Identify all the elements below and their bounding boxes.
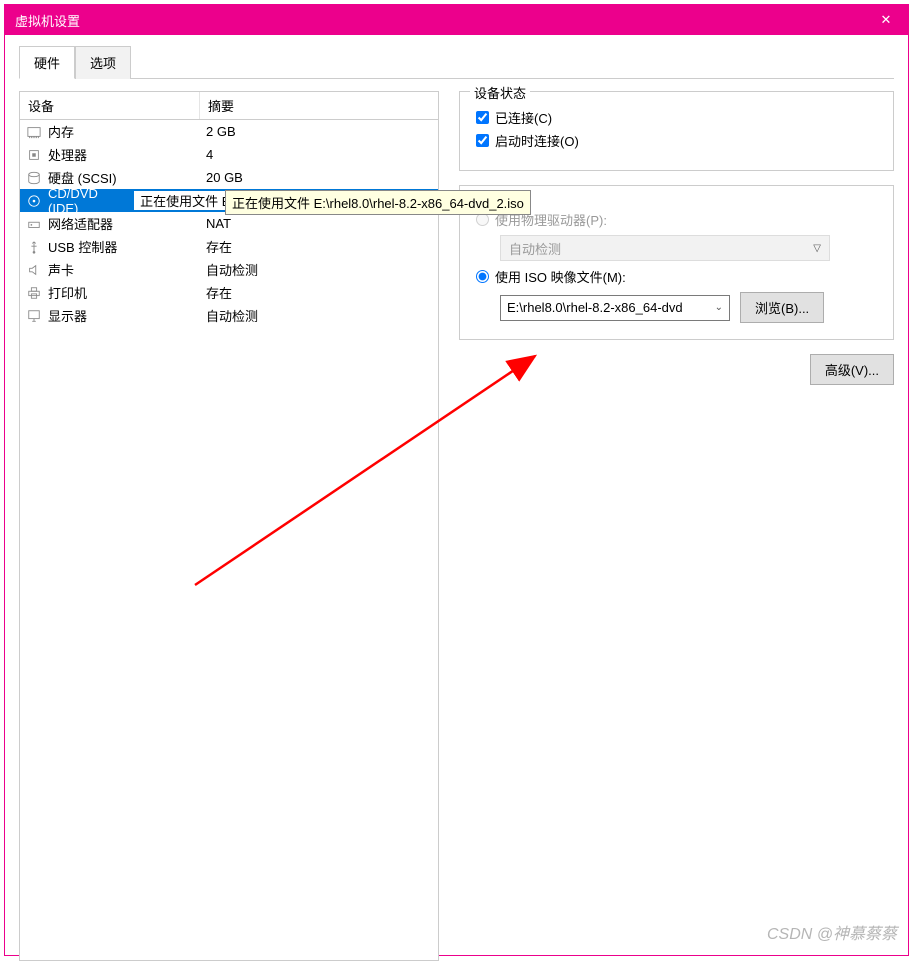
device-name: 打印机	[48, 283, 87, 302]
window-titlebar: 虚拟机设置 ✕	[5, 5, 908, 35]
tab-hardware[interactable]: 硬件	[19, 46, 75, 79]
header-device: 设备	[20, 92, 200, 119]
connected-checkbox[interactable]	[476, 111, 489, 124]
chevron-down-icon: ▽	[813, 243, 821, 254]
device-name: 网络适配器	[48, 214, 113, 233]
iso-image-label: 使用 ISO 映像文件(M):	[495, 267, 626, 286]
window-close-button[interactable]: ✕	[864, 5, 908, 35]
device-name: 处理器	[48, 145, 87, 164]
advanced-label: 高级(V)...	[825, 363, 879, 378]
cpu-icon	[26, 147, 42, 163]
tabs-bar: 硬件 选项	[19, 45, 894, 79]
physical-drive-select: 自动检测 ▽	[500, 235, 830, 261]
header-summary: 摘要	[200, 92, 438, 119]
device-details-panel: 设备状态 已连接(C) 启动时连接(O) 使用物	[459, 91, 894, 961]
device-row-sound[interactable]: 声卡 自动检测	[20, 258, 438, 281]
connect-at-poweron-label: 启动时连接(O)	[495, 131, 579, 150]
device-row-display[interactable]: 显示器 自动检测	[20, 304, 438, 327]
device-row-processor[interactable]: 处理器 4	[20, 143, 438, 166]
device-list-header: 设备 摘要	[20, 92, 438, 120]
device-row-usb[interactable]: USB 控制器 存在	[20, 235, 438, 258]
physical-drive-value: 自动检测	[509, 239, 561, 258]
device-status-group: 设备状态 已连接(C) 启动时连接(O)	[459, 91, 894, 171]
harddisk-icon	[26, 170, 42, 186]
device-name: 显示器	[48, 306, 87, 325]
device-summary: 20 GB	[200, 170, 438, 185]
cd-icon	[26, 193, 42, 209]
connected-label: 已连接(C)	[495, 108, 552, 127]
device-name: 声卡	[48, 260, 74, 279]
device-row-printer[interactable]: 打印机 存在	[20, 281, 438, 304]
device-status-title: 设备状态	[470, 83, 530, 102]
window-title: 虚拟机设置	[15, 11, 80, 30]
device-summary: 自动检测	[200, 260, 438, 279]
close-icon: ✕	[881, 12, 892, 28]
tooltip-text: 正在使用文件 E:\rhel8.0\rhel-8.2-x86_64-dvd_2.…	[232, 196, 524, 211]
browse-label: 浏览(B)...	[755, 301, 809, 316]
memory-icon	[26, 124, 42, 140]
device-summary: 自动检测	[200, 306, 438, 325]
device-name: USB 控制器	[48, 237, 117, 256]
device-summary: 2 GB	[200, 124, 438, 139]
tab-options[interactable]: 选项	[75, 46, 131, 79]
printer-icon	[26, 285, 42, 301]
tab-label: 选项	[90, 56, 116, 71]
device-name: 硬盘 (SCSI)	[48, 168, 117, 187]
device-row-memory[interactable]: 内存 2 GB	[20, 120, 438, 143]
watermark: CSDN @神慕蔡蔡	[767, 920, 897, 944]
device-name: CD/DVD (IDE)	[48, 186, 128, 216]
tab-label: 硬件	[34, 56, 60, 71]
advanced-button[interactable]: 高级(V)...	[810, 354, 894, 385]
network-icon	[26, 216, 42, 232]
display-icon	[26, 308, 42, 324]
chevron-down-icon: ⌄	[715, 302, 723, 313]
device-summary: NAT	[200, 216, 438, 231]
sound-icon	[26, 262, 42, 278]
cd-summary-tooltip: 正在使用文件 E:\rhel8.0\rhel-8.2-x86_64-dvd_2.…	[225, 190, 531, 215]
browse-button[interactable]: 浏览(B)...	[740, 292, 824, 323]
iso-image-radio[interactable]	[476, 270, 489, 283]
device-name: 内存	[48, 122, 74, 141]
usb-icon	[26, 239, 42, 255]
device-list-panel: 设备 摘要 内存 2 GB	[19, 91, 439, 961]
iso-path-value: E:\rhel8.0\rhel-8.2-x86_64-dvd	[507, 300, 683, 315]
connect-at-poweron-checkbox[interactable]	[476, 134, 489, 147]
device-summary: 存在	[200, 237, 438, 256]
device-summary: 4	[200, 147, 438, 162]
iso-path-combo[interactable]: E:\rhel8.0\rhel-8.2-x86_64-dvd ⌄	[500, 295, 730, 321]
device-summary: 存在	[200, 283, 438, 302]
